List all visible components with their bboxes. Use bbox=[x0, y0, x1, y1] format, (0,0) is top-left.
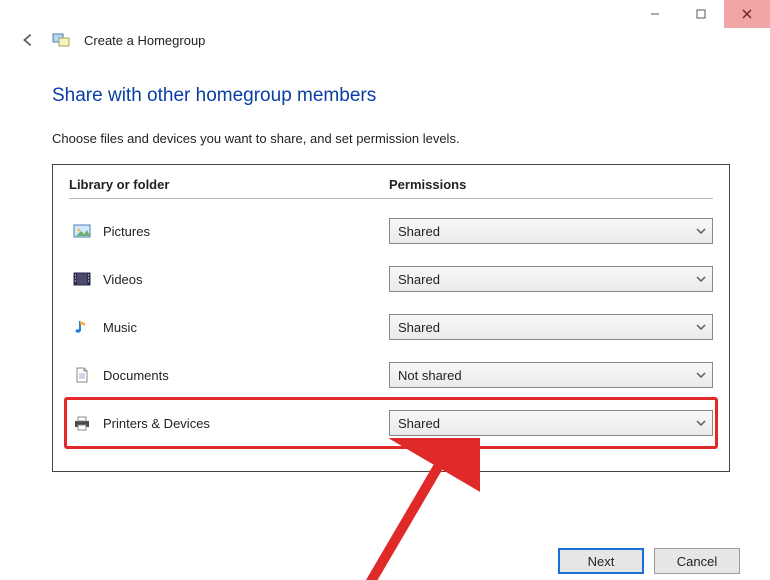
videos-icon bbox=[73, 270, 91, 288]
row-printers-permission[interactable]: Shared bbox=[389, 410, 713, 436]
maximize-button[interactable] bbox=[678, 0, 724, 28]
chevron-down-icon bbox=[696, 368, 706, 383]
row-music-label: Music bbox=[103, 320, 137, 335]
row-documents: Documents Not shared bbox=[69, 351, 713, 399]
row-documents-permission-value: Not shared bbox=[398, 368, 462, 383]
chevron-down-icon bbox=[696, 416, 706, 431]
cancel-button[interactable]: Cancel bbox=[654, 548, 740, 574]
back-button[interactable] bbox=[18, 30, 38, 50]
row-videos: Videos Shared bbox=[69, 255, 713, 303]
window-chrome bbox=[632, 0, 770, 28]
chevron-down-icon bbox=[696, 224, 706, 239]
wizard-footer: Next Cancel bbox=[558, 548, 740, 574]
col-permissions: Permissions bbox=[389, 177, 713, 192]
row-pictures: Pictures Shared bbox=[69, 207, 713, 255]
pictures-icon bbox=[73, 222, 91, 240]
row-documents-permission[interactable]: Not shared bbox=[389, 362, 713, 388]
row-printers-permission-value: Shared bbox=[398, 416, 440, 431]
row-pictures-permission-value: Shared bbox=[398, 224, 440, 239]
chevron-down-icon bbox=[696, 320, 706, 335]
instruction-text: Choose files and devices you want to sha… bbox=[52, 131, 730, 146]
page-heading: Share with other homegroup members bbox=[52, 85, 730, 107]
row-videos-permission[interactable]: Shared bbox=[389, 266, 713, 292]
share-rows: Pictures Shared Videos bbox=[69, 207, 713, 447]
next-button[interactable]: Next bbox=[558, 548, 644, 574]
wizard-title: Create a Homegroup bbox=[84, 33, 205, 48]
row-printers-label: Printers & Devices bbox=[103, 416, 210, 431]
chevron-down-icon bbox=[696, 272, 706, 287]
column-headers: Library or folder Permissions bbox=[69, 177, 713, 199]
minimize-button[interactable] bbox=[632, 0, 678, 28]
row-pictures-label: Pictures bbox=[103, 224, 150, 239]
row-videos-label: Videos bbox=[103, 272, 143, 287]
row-music-permission-value: Shared bbox=[398, 320, 440, 335]
music-icon bbox=[73, 318, 91, 336]
homegroup-icon bbox=[52, 31, 70, 49]
printer-icon bbox=[73, 414, 91, 432]
wizard-header: Create a Homegroup bbox=[18, 30, 205, 50]
main-content: Share with other homegroup members Choos… bbox=[52, 85, 730, 472]
close-button[interactable] bbox=[724, 0, 770, 28]
documents-icon bbox=[73, 366, 91, 384]
row-printers: Printers & Devices Shared bbox=[69, 399, 713, 447]
row-documents-label: Documents bbox=[103, 368, 169, 383]
share-panel: Library or folder Permissions Pictures S… bbox=[52, 164, 730, 472]
row-music: Music Shared bbox=[69, 303, 713, 351]
row-pictures-permission[interactable]: Shared bbox=[389, 218, 713, 244]
col-library: Library or folder bbox=[69, 177, 389, 192]
row-videos-permission-value: Shared bbox=[398, 272, 440, 287]
row-music-permission[interactable]: Shared bbox=[389, 314, 713, 340]
